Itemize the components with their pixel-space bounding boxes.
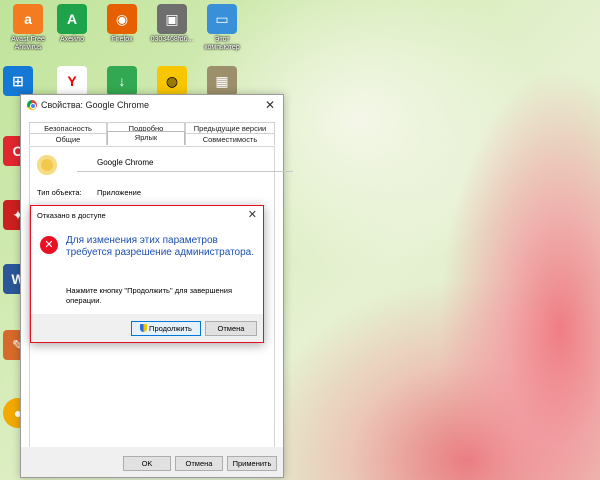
continue-label: Продолжить <box>149 324 192 333</box>
close-icon[interactable]: ✕ <box>248 208 257 221</box>
tab-shortcut[interactable]: Ярлык <box>107 131 185 145</box>
chrome-app-icon <box>37 155 57 175</box>
properties-titlebar[interactable]: Свойства: Google Chrome <box>21 95 283 115</box>
ok-button[interactable]: OK <box>123 456 171 471</box>
type-value: Приложение <box>97 188 141 197</box>
windows-icon: ⊞ <box>3 66 33 96</box>
tab-compatibility[interactable]: Совместимость <box>185 133 275 145</box>
tab-general[interactable]: Общие <box>29 133 107 145</box>
uac-shield-icon <box>140 324 148 332</box>
photo-icon: ▦ <box>207 66 237 96</box>
desktop-icon-2[interactable]: A Ахейло <box>46 4 98 44</box>
cancel-button[interactable]: Отмена <box>175 456 223 471</box>
properties-button-bar: OK Отмена Применить <box>21 447 283 477</box>
desktop-icon-beeline[interactable]: ◍ <box>146 66 198 96</box>
desktop-icon-yandex[interactable]: Y <box>46 66 98 96</box>
desktop-icon-label: Ахейло <box>60 36 84 43</box>
dialog-title: Отказано в доступе <box>37 211 106 220</box>
dialog-message: Для изменения этих параметров требуется … <box>66 235 255 258</box>
dialog-hint: Нажмите кнопку "Продолжить" для завершен… <box>66 286 233 305</box>
properties-title: Свойства: Google Chrome <box>41 100 150 110</box>
download-icon: ↓ <box>107 66 137 96</box>
type-label: Тип объекта: <box>37 188 82 197</box>
chrome-icon <box>27 100 37 110</box>
dialog-button-bar: Продолжить Отмена <box>31 314 263 342</box>
desktop-icon-label: Firefox <box>111 36 133 43</box>
desktop-icon-label: 0303468fd6... <box>150 36 194 43</box>
dialog-cancel-button[interactable]: Отмена <box>205 321 257 336</box>
computer-icon: ▭ <box>207 4 237 34</box>
continue-button[interactable]: Продолжить <box>131 321 201 336</box>
desktop-icon-windows-update[interactable]: ⊞ <box>0 66 44 96</box>
desktop-icon-downloader[interactable]: ↓ <box>96 66 148 96</box>
file-icon: ▣ <box>157 4 187 34</box>
apply-button[interactable]: Применить <box>227 456 277 471</box>
beeline-icon: ◍ <box>157 66 187 96</box>
yandex-icon: Y <box>57 66 87 96</box>
desktop-icon-file[interactable]: ▣ 0303468fd6... <box>146 4 198 44</box>
firefox-icon: ◉ <box>107 4 137 34</box>
desktop-icon-firefox[interactable]: ◉ Firefox <box>96 4 148 44</box>
error-icon: ✕ <box>40 236 58 254</box>
close-icon[interactable]: ✕ <box>265 98 275 112</box>
access-denied-dialog: Отказано в доступе ✕ ✕ Для изменения эти… <box>30 205 264 343</box>
avast-icon: a <box>13 4 43 34</box>
app-icon: A <box>57 4 87 34</box>
tabs-row-bottom: Общие Ярлык Совместимость <box>29 131 275 145</box>
desktop-icon-label: Этот компьютер <box>204 36 240 51</box>
app-name-field[interactable]: Google Chrome <box>77 155 293 172</box>
desktop-icon-this-pc[interactable]: ▭ Этот компьютер <box>196 4 248 52</box>
desktop-icon-photo[interactable]: ▦ <box>196 66 248 96</box>
